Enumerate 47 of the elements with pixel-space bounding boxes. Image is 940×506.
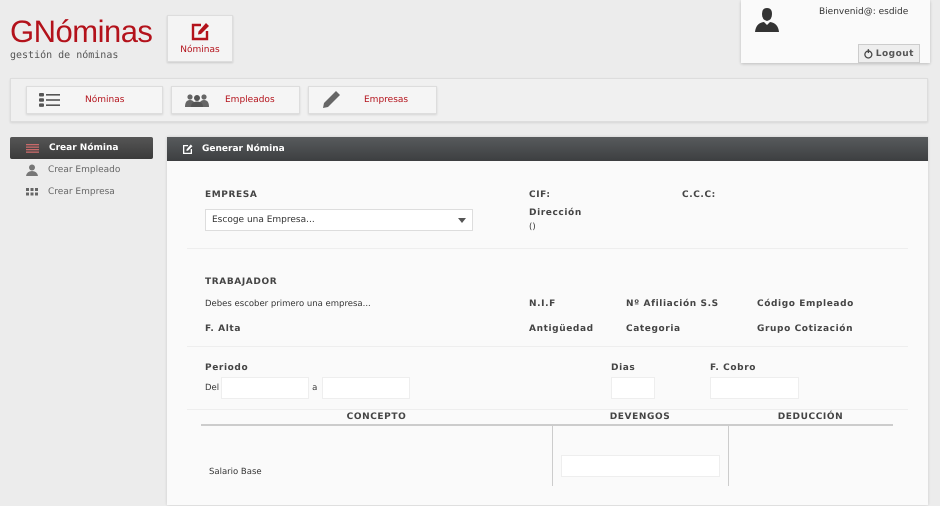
field-label: Código Empleado [757,299,855,309]
nav-button[interactable]: Empresas [308,86,437,114]
logo-tagline: gestión de nóminas [10,50,118,62]
field-label: Nº Afiliación S.S [626,299,720,309]
grid-icon [26,188,38,196]
person-icon [26,164,38,176]
field-label: Antigüedad [529,324,595,334]
field-label: Grupo Cotización [757,324,854,334]
welcome-text: Bienvenid@: esdide [819,6,910,19]
nav-button[interactable]: Nóminas [26,86,163,114]
column-header: DEVENGOS [610,412,670,422]
column-header: CONCEPTO [346,412,406,422]
nominas-button[interactable]: Nóminas [167,15,233,62]
field-label: Dias [611,363,636,373]
logo-title: GNóminas [10,14,152,50]
edit-icon [190,22,210,42]
people-icon [184,93,210,107]
power-icon [864,48,873,58]
field-label: Dirección [529,208,583,218]
field-label: Categoria [626,324,682,334]
field-label: Periodo [205,363,250,373]
field-label: a [312,383,318,393]
sidebar-item[interactable]: Crear Empresa [10,181,153,203]
sidebar-item[interactable]: Crear Nómina [10,137,153,159]
field-label: CIF: [529,190,552,200]
caret-icon [458,218,466,222]
section-label: TRABAJADOR [205,277,278,287]
field-label: N.I.F [529,299,557,309]
field-label: C.C.C: [682,190,717,200]
pencil-icon [321,90,341,110]
hint-text: Debes escober primero una empresa... [205,299,372,309]
panel-header: Generar Nómina [167,137,928,161]
nav-button[interactable]: Empleados [171,86,300,114]
edit-icon [182,144,193,154]
field-label: F. Cobro [710,363,758,373]
column-header: DEDUCCIÓN [778,412,844,422]
table-cell: Salario Base [209,467,262,477]
sidebar-item[interactable]: Crear Empleado [10,159,153,181]
user-icon [755,8,779,32]
list-icon [39,93,60,107]
field-value: () [529,222,537,232]
field-label: F. Alta [205,324,242,334]
field-label: EMPRESA [205,190,258,200]
company-select[interactable]: Escoge una Empresa... [205,209,473,231]
lines-icon [26,144,39,152]
field-label: Del [205,383,220,393]
logout-button[interactable]: Logout [858,44,920,63]
